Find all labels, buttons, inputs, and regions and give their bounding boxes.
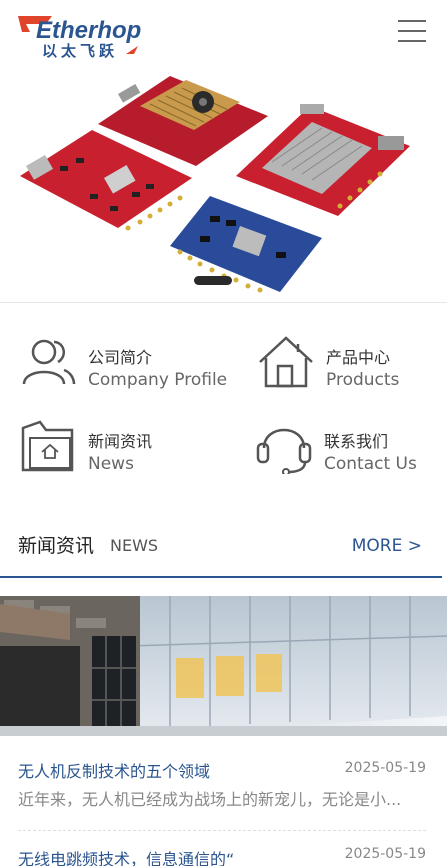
news-item[interactable]: 无线电跳频技术，信息通信的“ 2025-05-19 [18, 846, 426, 866]
news-section-header: 新闻资讯 NEWS MORE > [0, 526, 442, 578]
company-profile-en: Company Profile [88, 370, 228, 390]
news-item-title: 无人机反制技术的五个领域 [18, 762, 211, 781]
products-zh: 产品中心 [326, 348, 391, 367]
news-divider [18, 830, 426, 831]
news-en: News [88, 454, 134, 474]
news-section-title-en: NEWS [110, 536, 159, 555]
carousel-indicator[interactable] [194, 276, 232, 285]
contact-us-zh: 联系我们 [324, 432, 389, 451]
fpga-boards-image [20, 76, 410, 293]
quick-link-news[interactable]: 新闻资讯 News [20, 418, 240, 488]
contact-us-en: Contact Us [324, 454, 417, 474]
quick-link-company-profile[interactable]: 公司简介 Company Profile [20, 334, 240, 404]
etherhop-logo[interactable]: Etherhop 以太飞跃 [16, 10, 158, 60]
hamburger-menu-icon[interactable] [398, 20, 426, 46]
quick-link-contact-us[interactable]: 联系我们 Contact Us [256, 418, 447, 488]
logo-text-zh: 以太飞跃 [42, 42, 118, 60]
house-icon [259, 336, 313, 388]
news-item-title: 无线电跳频技术，信息通信的“ [18, 850, 235, 866]
people-icon [22, 339, 76, 385]
building-photo [0, 596, 447, 736]
more-link[interactable]: MORE > [352, 536, 422, 556]
quick-link-products[interactable]: 产品中心 Products [258, 334, 447, 404]
news-feature-image[interactable] [0, 596, 447, 736]
company-profile-zh: 公司简介 [88, 348, 153, 367]
products-en: Products [326, 370, 400, 390]
news-zh: 新闻资讯 [88, 432, 153, 451]
news-section-title: 新闻资讯 [18, 535, 95, 557]
news-item-summary: 近年来，无人机已经成为战场上的新宠儿，无论是小... [18, 790, 402, 809]
news-item[interactable]: 无人机反制技术的五个领域 2025-05-19 近年来，无人机已经成为战场上的新… [18, 758, 426, 814]
quick-links: 公司简介 Company Profile 产品中心 Products 新闻资讯 … [0, 320, 447, 500]
news-item-date: 2025-05-19 [344, 760, 426, 776]
folder-home-icon [21, 420, 74, 472]
header: Etherhop 以太飞跃 [0, 0, 447, 66]
banner-carousel[interactable] [0, 66, 447, 303]
news-item-date: 2025-05-19 [344, 846, 426, 862]
logo-text-en: Etherhop [36, 17, 141, 44]
headset-icon [256, 428, 312, 474]
